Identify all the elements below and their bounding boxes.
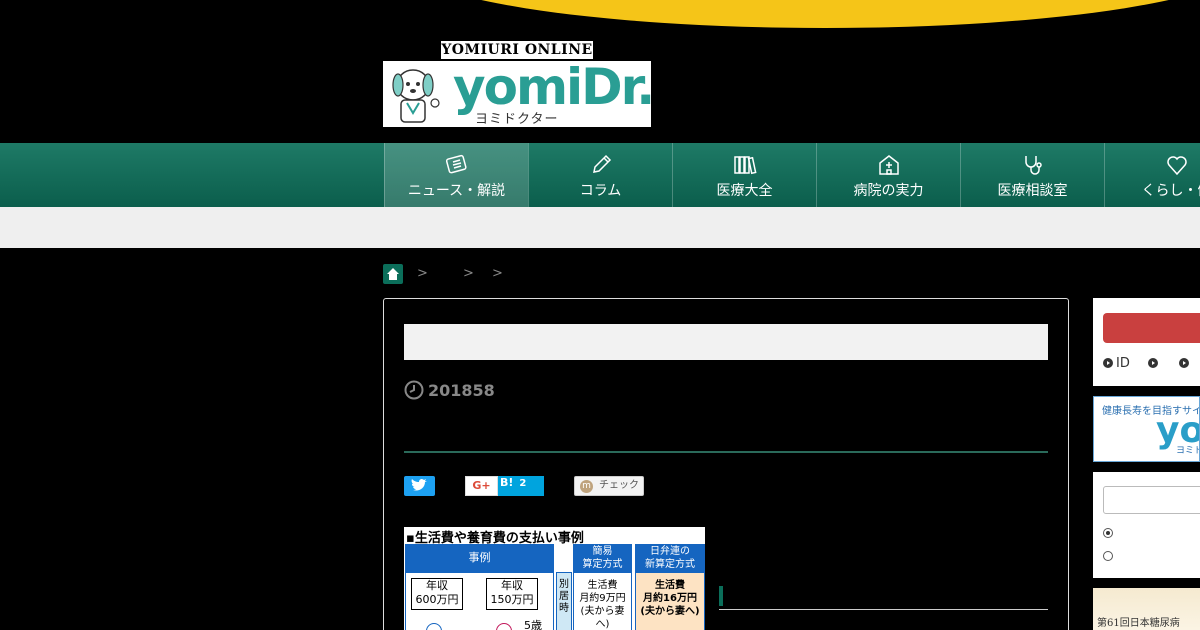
stethoscope-icon	[1025, 156, 1042, 175]
nav-label: 医療大全	[716, 183, 773, 199]
nav-item-hospital[interactable]: 病院の実力	[816, 143, 960, 207]
nav-label: くらし・健	[1141, 183, 1200, 199]
nav-item-lifestyle[interactable]: くらし・健	[1104, 143, 1200, 207]
person-icon	[496, 623, 512, 630]
yomidr-banner[interactable]: 健康長寿を目指すサイト yo ヨミド	[1093, 396, 1200, 462]
figure-col-header: 事例	[405, 544, 554, 572]
login-link-id[interactable]: ID	[1103, 356, 1130, 371]
subheading-underline	[719, 609, 1048, 610]
figure-case-cell: 年収 600万円 年収 150万円 5歳	[405, 572, 554, 630]
page: YOMIURI ONLINE yomiDr. ヨミドクター ニュース・解説 コラ…	[0, 0, 1200, 630]
arrow-circle-icon	[1148, 358, 1158, 368]
banner-subtitle: ヨミド	[1176, 446, 1199, 456]
figure-col-header: 日弁連の 新算定方式	[635, 544, 705, 572]
dog-mascot-icon	[392, 69, 440, 123]
ad-text: 第61回日本糖尿病	[1097, 618, 1180, 629]
heart-icon	[1167, 156, 1187, 176]
header-decoration	[400, 0, 1200, 28]
google-plus-share-button[interactable]: G+	[465, 476, 498, 496]
hatena-label: B!	[500, 476, 514, 489]
arrow-circle-icon	[1179, 358, 1190, 368]
figure-income-box: 年収 150万円	[486, 578, 538, 610]
search-option-radio[interactable]	[1103, 551, 1113, 561]
subheading-accent	[719, 586, 723, 606]
home-icon[interactable]	[383, 264, 403, 284]
figure-col-header: 簡易 算定方式	[573, 544, 632, 572]
login-links: ID	[1103, 356, 1192, 371]
hospital-icon	[879, 155, 899, 175]
breadcrumb-separator: >	[492, 266, 503, 281]
logo-top-text: YOMIURI ONLINE	[441, 41, 593, 59]
nav-item-consultation[interactable]: 医療相談室	[960, 143, 1104, 207]
figure-cell-new: 生活費 月約16万円 (夫から妻へ)	[635, 572, 705, 630]
breadcrumb-separator: >	[417, 266, 428, 281]
person-icon	[426, 623, 442, 630]
sub-nav-bar	[0, 207, 1200, 248]
nav-label: 医療相談室	[997, 183, 1068, 199]
event-ad-banner[interactable]: 第61回日本糖尿病	[1093, 588, 1200, 630]
search-option-radio[interactable]	[1103, 528, 1113, 538]
figure-row-label: 別 居 時	[556, 572, 572, 630]
hatena-count: 2	[519, 478, 527, 489]
nav-label: コラム	[579, 183, 622, 199]
login-link[interactable]	[1148, 356, 1161, 371]
article-figure[interactable]: ▪生活費や養育費の支払い事例 事例 簡易 算定方式 日弁連の 新算定方式 年収 …	[404, 527, 705, 630]
clock-icon	[404, 380, 424, 400]
nav-label: 病院の実力	[853, 183, 924, 199]
nav-item-encyclopedia[interactable]: 医療大全	[672, 143, 816, 207]
title-divider	[404, 451, 1048, 453]
logo-main: yomiDr. ヨミドクター	[383, 58, 655, 127]
logo-wordmark: yomiDr.	[453, 58, 655, 116]
login-panel: ID	[1093, 298, 1200, 386]
search-input[interactable]	[1103, 486, 1200, 514]
article-card: 201858 G+ B! 2 m チェック ▪生活費や養育費の支払い事例 事例 簡…	[383, 298, 1069, 630]
nav-item-news[interactable]: ニュース・解説	[384, 143, 528, 207]
hatena-bookmark-button[interactable]: B! 2	[498, 476, 544, 496]
figure-age: 5歳	[524, 619, 542, 630]
main-nav: ニュース・解説 コラム 医療大全 病院の実力 医療相談室 くらし・健	[0, 143, 1200, 207]
search-panel	[1093, 472, 1200, 578]
mixi-icon: m	[580, 480, 593, 493]
article-title	[404, 324, 1048, 360]
mixi-label: チェック	[599, 480, 639, 491]
logo-subtitle: ヨミドクター	[475, 112, 559, 127]
mixi-check-button[interactable]: m チェック	[574, 476, 644, 496]
arrow-circle-icon	[1103, 358, 1113, 368]
pen-icon	[593, 154, 612, 173]
figure-income-box: 年収 600万円	[411, 578, 463, 610]
books-icon	[734, 156, 757, 175]
twitter-share-button[interactable]	[404, 476, 435, 496]
date-text: 201858	[428, 381, 495, 400]
login-link[interactable]	[1179, 356, 1192, 371]
login-button[interactable]	[1103, 313, 1200, 343]
twitter-bird-icon	[411, 478, 427, 491]
figure-cell-simple: 生活費 月約9万円 (夫から妻へ)	[573, 572, 632, 630]
nav-label: ニュース・解説	[407, 183, 506, 199]
nav-item-column[interactable]: コラム	[528, 143, 672, 207]
breadcrumb-separator: >	[463, 266, 474, 281]
site-logo[interactable]: YOMIURI ONLINE yomiDr. ヨミドクター	[383, 41, 655, 127]
news-icon	[445, 154, 467, 174]
